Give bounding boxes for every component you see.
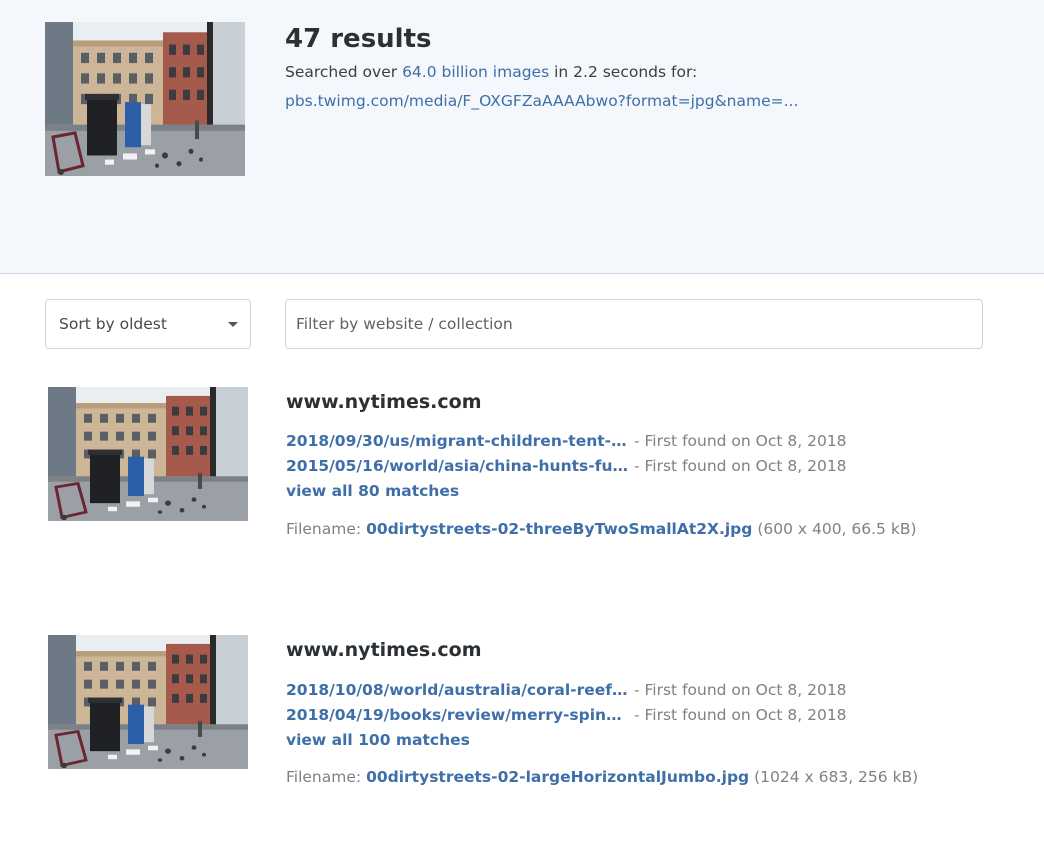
match-row: 2018/09/30/us/migrant-children-tent-city…	[286, 432, 847, 450]
result-thumbnail[interactable]	[48, 387, 248, 521]
searched-prefix: Searched over	[285, 63, 398, 81]
filter-website-input[interactable]	[285, 299, 983, 349]
match-row: 2018/04/19/books/review/merry-spinster.h…	[286, 706, 847, 724]
first-found-date: - First found on Oct 8, 2018	[634, 681, 847, 699]
match-url-link[interactable]: 2018/04/19/books/review/merry-spinster.h…	[286, 706, 628, 724]
filename-link[interactable]: 00dirtystreets-02-largeHorizontalJumbo.j…	[366, 768, 749, 786]
sort-dropdown-label: Sort by oldest	[59, 315, 167, 333]
result-domain: www.nytimes.com	[286, 391, 482, 413]
search-stats: Searched over 64.0 billion images in 2.2…	[285, 63, 697, 81]
view-all-matches-link[interactable]: view all 100 matches	[286, 731, 470, 749]
filename-link[interactable]: 00dirtystreets-02-threeByTwoSmallAt2X.jp…	[366, 520, 752, 538]
file-info: (600 x 400, 66.5 kB)	[757, 520, 917, 538]
filename-row: Filename: 00dirtystreets-02-threeByTwoSm…	[286, 520, 917, 538]
match-url-link[interactable]: 2018/10/08/world/australia/coral-reefs-b…	[286, 681, 628, 699]
index-size-link[interactable]: 64.0 billion images	[402, 63, 549, 81]
filename-row: Filename: 00dirtystreets-02-largeHorizon…	[286, 768, 918, 786]
file-info: (1024 x 683, 256 kB)	[754, 768, 919, 786]
query-image-thumbnail[interactable]	[45, 22, 245, 176]
match-url-link[interactable]: 2015/05/16/world/asia/china-hunts-fugiti…	[286, 457, 628, 475]
first-found-date: - First found on Oct 8, 2018	[634, 457, 847, 475]
match-row: 2015/05/16/world/asia/china-hunts-fugiti…	[286, 457, 847, 475]
result-item: www.nytimes.com 2018/09/30/us/migrant-ch…	[0, 387, 1044, 627]
first-found-date: - First found on Oct 8, 2018	[634, 432, 847, 450]
first-found-date: - First found on Oct 8, 2018	[634, 706, 847, 724]
searched-suffix: in 2.2 seconds for:	[554, 63, 698, 81]
sort-dropdown[interactable]: Sort by oldest	[45, 299, 251, 349]
caret-down-icon	[228, 322, 238, 327]
view-all-matches-link[interactable]: view all 80 matches	[286, 482, 459, 500]
result-domain: www.nytimes.com	[286, 639, 482, 661]
match-url-link[interactable]: 2018/09/30/us/migrant-children-tent-city…	[286, 432, 628, 450]
filename-label: Filename:	[286, 520, 362, 538]
query-url-link[interactable]: pbs.twimg.com/media/F_OXGFZaAAAAbwo?form…	[285, 92, 798, 110]
result-thumbnail[interactable]	[48, 635, 248, 769]
match-row: 2018/10/08/world/australia/coral-reefs-b…	[286, 681, 847, 699]
results-count: 47 results	[285, 24, 432, 54]
result-item: www.nytimes.com 2018/10/08/world/austral…	[0, 635, 1044, 847]
search-summary-header: 47 results Searched over 64.0 billion im…	[0, 0, 1044, 274]
filename-label: Filename:	[286, 768, 362, 786]
